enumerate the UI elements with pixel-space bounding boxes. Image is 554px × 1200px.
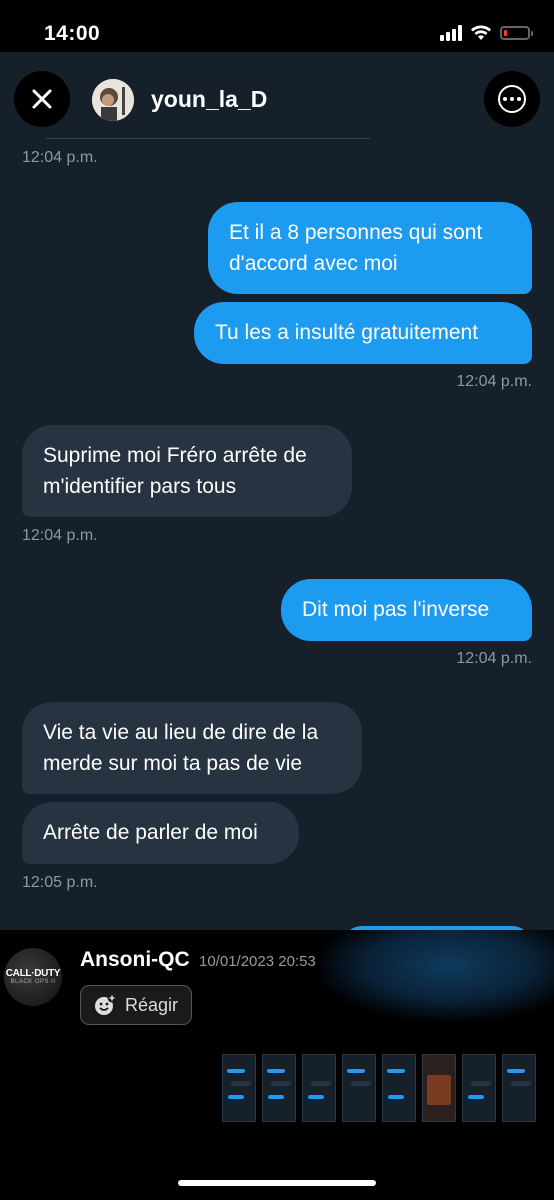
avatar-image bbox=[92, 79, 134, 121]
screenshot-thumbnail[interactable] bbox=[382, 1054, 416, 1122]
react-button[interactable]: Réagir bbox=[80, 985, 192, 1025]
incoming-message[interactable]: Vie ta vie au lieu de dire de la merde s… bbox=[22, 702, 362, 794]
screenshot-thumbnail[interactable] bbox=[502, 1054, 536, 1122]
message-date: 10/01/2023 20:53 bbox=[199, 953, 316, 970]
background-glow bbox=[320, 930, 554, 1020]
conversation-header: youn_la_D bbox=[0, 52, 554, 152]
incoming-message[interactable]: Suprime moi Fréro arrête de m'identifier… bbox=[22, 425, 352, 517]
outgoing-message[interactable]: Tu les a insulté gratuitement bbox=[194, 302, 532, 364]
message-timestamp: 12:04 p.m. bbox=[456, 373, 532, 390]
home-indicator[interactable] bbox=[178, 1180, 376, 1186]
screenshot-thumbnail[interactable] bbox=[222, 1054, 256, 1122]
battery-icon bbox=[500, 25, 533, 40]
header-divider bbox=[46, 138, 370, 139]
incoming-message[interactable]: Arrête de parler de moi bbox=[22, 802, 299, 864]
avatar-logo-subtitle: BLACK OPS II bbox=[10, 979, 56, 985]
close-icon bbox=[32, 89, 52, 109]
message-timestamp: 12:04 p.m. bbox=[456, 650, 532, 667]
status-icons bbox=[440, 24, 533, 41]
sender-avatar[interactable]: CALL·DUTY BLACK OPS II bbox=[4, 948, 62, 1006]
screenshot-thumbnail[interactable] bbox=[262, 1054, 296, 1122]
more-options-button[interactable] bbox=[484, 71, 540, 127]
avatar-logo-title: CALL·DUTY bbox=[5, 968, 61, 979]
screenshot-thumbnail[interactable] bbox=[302, 1054, 336, 1122]
sender-name[interactable]: Ansoni-QC bbox=[80, 948, 190, 972]
outgoing-message[interactable]: Et il a 8 personnes qui sont d'accord av… bbox=[208, 202, 532, 294]
screenshot-thumbnail[interactable] bbox=[422, 1054, 456, 1122]
message-timestamp: 12:04 p.m. bbox=[22, 149, 98, 166]
conversation-username[interactable]: youn_la_D bbox=[151, 86, 267, 113]
battery-level bbox=[504, 29, 507, 36]
screenshot-thumbnail[interactable] bbox=[462, 1054, 496, 1122]
user-avatar[interactable] bbox=[92, 79, 134, 121]
wifi-icon bbox=[471, 25, 491, 40]
outgoing-message[interactable]: Dit moi pas l'inverse bbox=[281, 579, 532, 641]
status-time: 14:00 bbox=[44, 22, 101, 45]
add-reaction-icon bbox=[95, 993, 117, 1015]
screenshot-thumbnail[interactable] bbox=[342, 1054, 376, 1122]
status-bar: 14:00 bbox=[0, 0, 554, 52]
message-timestamp: 12:04 p.m. bbox=[22, 527, 98, 544]
close-button[interactable] bbox=[14, 71, 70, 127]
more-icon bbox=[498, 85, 526, 113]
screenshot-thumbnails bbox=[222, 1054, 554, 1122]
message-timestamp: 12:05 p.m. bbox=[22, 874, 98, 891]
dm-conversation[interactable]: youn_la_D 12:04 p.m. Et il a 8 personnes… bbox=[0, 52, 554, 930]
react-label: Réagir bbox=[125, 994, 179, 1015]
cellular-signal-icon bbox=[440, 24, 462, 41]
discord-message-card: CALL·DUTY BLACK OPS II Ansoni-QC 10/01/2… bbox=[0, 930, 554, 1200]
